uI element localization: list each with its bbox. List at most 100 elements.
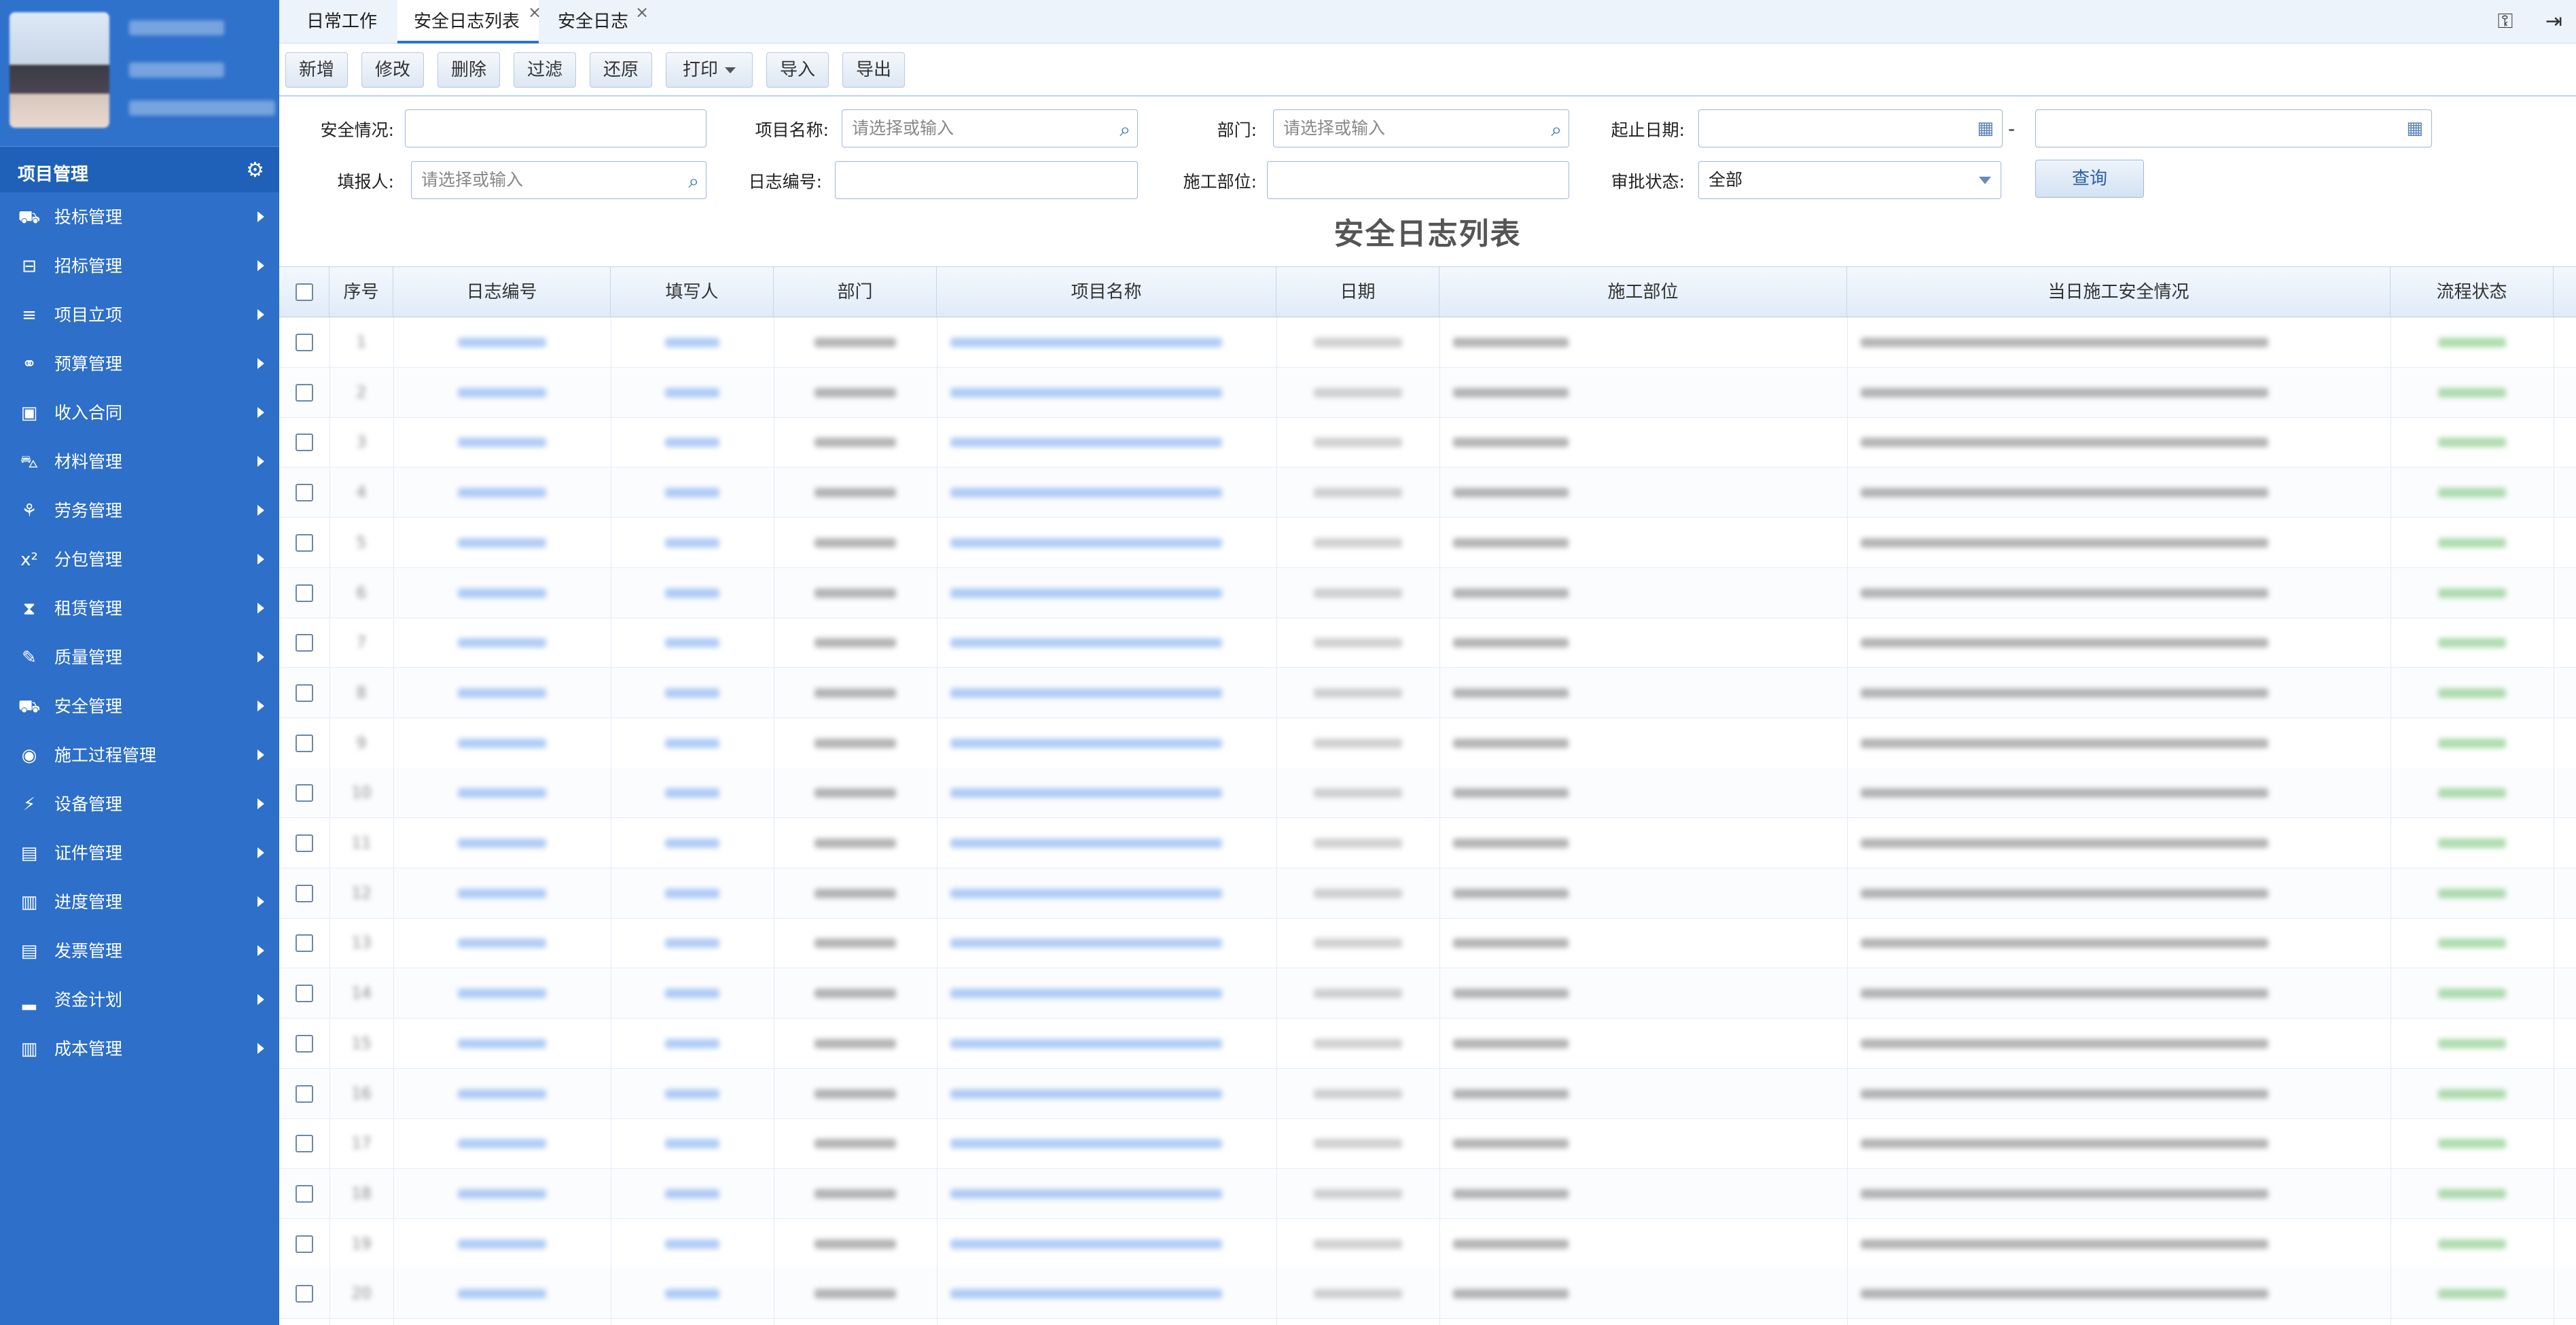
- search-icon[interactable]: ⌕: [1551, 111, 1562, 148]
- column-header[interactable]: 日志编号: [393, 267, 611, 317]
- table-row[interactable]: 12: [279, 868, 2576, 919]
- table-row[interactable]: 6: [279, 567, 2576, 618]
- table-row[interactable]: 4: [279, 467, 2576, 518]
- sidebar-item-4[interactable]: ⚭ 预算管理: [0, 340, 279, 389]
- column-header[interactable]: 流程状态: [2391, 267, 2554, 317]
- close-icon[interactable]: ×: [528, 0, 541, 34]
- row-checkbox[interactable]: [296, 1184, 313, 1203]
- row-checkbox[interactable]: [296, 834, 313, 852]
- row-checkbox[interactable]: [296, 1135, 313, 1153]
- row-checkbox[interactable]: [296, 334, 313, 351]
- print-button[interactable]: 打印: [666, 52, 753, 88]
- row-checkbox[interactable]: [296, 533, 313, 552]
- column-header[interactable]: 序号: [329, 267, 393, 317]
- row-checkbox[interactable]: [296, 1285, 313, 1303]
- table-row[interactable]: 13: [279, 918, 2576, 969]
- edit-button[interactable]: 修改: [361, 52, 424, 88]
- table-row[interactable]: 9: [279, 718, 2576, 768]
- row-checkbox[interactable]: [296, 383, 313, 402]
- tab-daily-work[interactable]: 日常工作: [306, 0, 395, 43]
- reporter-input[interactable]: 请选择或输入 ⌕: [411, 161, 706, 199]
- row-checkbox[interactable]: [296, 434, 313, 452]
- table-row[interactable]: 16: [279, 1068, 2576, 1119]
- close-icon[interactable]: ×: [635, 0, 649, 34]
- export-button[interactable]: 导出: [842, 52, 905, 88]
- row-checkbox[interactable]: [296, 484, 313, 502]
- project-input[interactable]: 请选择或输入 ⌕: [842, 109, 1138, 147]
- column-header[interactable]: 项目名称: [937, 267, 1276, 317]
- row-checkbox[interactable]: [296, 784, 313, 802]
- table-row[interactable]: 2: [279, 367, 2576, 418]
- import-button[interactable]: 导入: [766, 52, 829, 88]
- table-row[interactable]: 3: [279, 417, 2576, 468]
- calendar-icon[interactable]: ▦: [1977, 110, 1994, 147]
- sidebar-item-14[interactable]: ▤ 证件管理: [0, 830, 279, 879]
- sidebar-item-1[interactable]: ⛟ 投标管理: [0, 194, 279, 243]
- column-header[interactable]: 部门: [774, 267, 937, 317]
- row-checkbox[interactable]: [296, 734, 313, 752]
- table-row[interactable]: 20: [279, 1269, 2576, 1320]
- sidebar-item-13[interactable]: ⚡ 设备管理: [0, 781, 279, 830]
- sidebar-item-16[interactable]: ▤ 发票管理: [0, 928, 279, 976]
- sidebar-item-17[interactable]: ▂ 资金计划: [0, 976, 279, 1025]
- sidebar-item-15[interactable]: ▥ 进度管理: [0, 879, 279, 928]
- table-row[interactable]: 7: [279, 618, 2576, 669]
- table-row[interactable]: 18: [279, 1168, 2576, 1219]
- column-header[interactable]: 施工部位: [1439, 267, 1847, 317]
- table-row[interactable]: 10: [279, 768, 2576, 819]
- row-checkbox[interactable]: [296, 1235, 313, 1253]
- location-input[interactable]: [1267, 161, 1569, 199]
- tab-safety-log-list[interactable]: 安全日志列表 ×: [397, 0, 541, 43]
- table-row[interactable]: 17: [279, 1118, 2576, 1169]
- key-icon[interactable]: ⚿: [2497, 10, 2513, 33]
- sidebar-item-12[interactable]: ◉ 施工过程管理: [0, 732, 279, 781]
- search-icon[interactable]: ⌕: [688, 163, 699, 200]
- row-checkbox[interactable]: [296, 985, 313, 1003]
- tab-safety-log[interactable]: 安全日志 ×: [558, 0, 653, 43]
- log-no-input[interactable]: [835, 161, 1138, 199]
- avatar[interactable]: [10, 12, 109, 128]
- sidebar-item-11[interactable]: ⛟ 安全管理: [0, 683, 279, 732]
- row-checkbox[interactable]: [296, 634, 313, 652]
- table-row[interactable]: 19: [279, 1219, 2576, 1269]
- row-checkbox[interactable]: [296, 684, 313, 702]
- sidebar-item-7[interactable]: ⚘ 劳务管理: [0, 487, 279, 536]
- table-row[interactable]: 11: [279, 818, 2576, 868]
- table-row[interactable]: 15: [279, 1019, 2576, 1069]
- sidebar-item-8[interactable]: x² 分包管理: [0, 536, 279, 585]
- table-row[interactable]: 1: [279, 317, 2576, 368]
- table-row[interactable]: 8: [279, 667, 2576, 718]
- sidebar-item-2[interactable]: ⊟ 招标管理: [0, 243, 279, 292]
- query-button[interactable]: 查询: [2035, 160, 2144, 198]
- search-icon[interactable]: ⌕: [1120, 111, 1130, 148]
- safety-input[interactable]: [405, 109, 706, 147]
- dept-input[interactable]: 请选择或输入 ⌕: [1273, 109, 1569, 147]
- table-row[interactable]: 5: [279, 518, 2576, 568]
- add-button[interactable]: 新增: [285, 52, 348, 88]
- column-header[interactable]: 日期: [1276, 267, 1439, 317]
- sidebar-item-6[interactable]: ⛍ 材料管理: [0, 438, 279, 487]
- approval-select[interactable]: 全部: [1698, 161, 2001, 199]
- column-header[interactable]: 填写人: [611, 267, 774, 317]
- row-checkbox[interactable]: [296, 934, 313, 953]
- sidebar-item-18[interactable]: ▥ 成本管理: [0, 1025, 279, 1074]
- table-row[interactable]: 14: [279, 968, 2576, 1019]
- sidebar-item-10[interactable]: ✎ 质量管理: [0, 634, 279, 683]
- logout-icon[interactable]: ⇥: [2545, 10, 2562, 33]
- row-checkbox[interactable]: [296, 884, 313, 902]
- start-date-input[interactable]: ▦: [1698, 109, 2003, 147]
- row-checkbox[interactable]: [296, 1084, 313, 1103]
- obscured-text: [950, 387, 1222, 398]
- filter-button[interactable]: 过滤: [514, 52, 576, 88]
- sidebar-item-5[interactable]: ▣ 收入合同: [0, 389, 279, 438]
- restore-button[interactable]: 还原: [590, 52, 652, 88]
- sidebar-item-3[interactable]: ≡ 项目立项: [0, 292, 279, 340]
- column-header[interactable]: 当日施工安全情况: [1847, 267, 2391, 317]
- calendar-icon[interactable]: ▦: [2406, 110, 2423, 147]
- gear-icon[interactable]: ⚙: [246, 158, 264, 182]
- row-checkbox[interactable]: [296, 584, 313, 602]
- row-checkbox[interactable]: [296, 1034, 313, 1053]
- sidebar-item-9[interactable]: ⧗ 租赁管理: [0, 585, 279, 634]
- end-date-input[interactable]: ▦: [2035, 109, 2432, 147]
- delete-button[interactable]: 删除: [437, 52, 500, 88]
